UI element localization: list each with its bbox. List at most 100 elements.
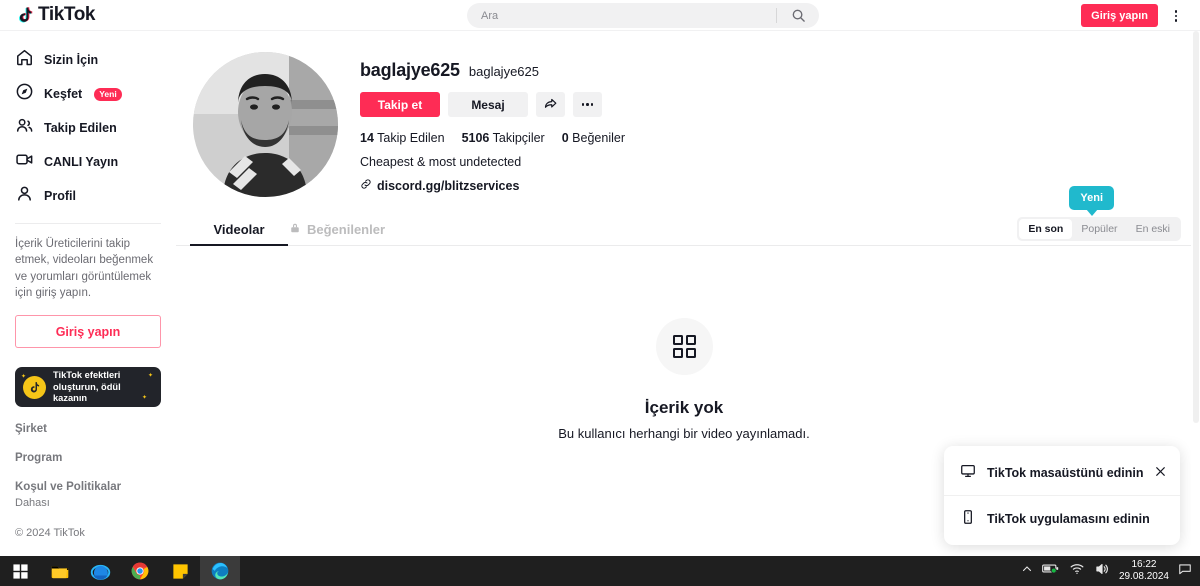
chrome-icon[interactable]: [120, 556, 160, 586]
login-prompt-text: İçerik Üreticilerini takip etmek, videol…: [15, 238, 154, 299]
wifi-icon[interactable]: [1069, 562, 1085, 580]
system-tray: 16:22 29.08.2024: [1021, 556, 1200, 586]
person-icon: [15, 184, 34, 208]
empty-state-title: İçerik yok: [644, 398, 724, 417]
tab-liked[interactable]: Beğenilenler: [288, 214, 386, 245]
show-hidden-icons-icon[interactable]: [1021, 562, 1033, 580]
main-content: baglajye625 baglajye625 Takip et Mesaj 1…: [176, 31, 1192, 556]
header-login-button[interactable]: Giriş yapın: [1081, 4, 1158, 27]
stat-followers[interactable]: 5106 Takipçiler: [462, 131, 545, 145]
sidebar-label: Takip Edilen: [44, 121, 117, 135]
footer-link-program[interactable]: Program: [15, 452, 161, 464]
internet-explorer-icon[interactable]: [80, 556, 120, 586]
effects-promo-banner[interactable]: ✦ ✦ ✦ TikTok efektleri oluşturun, ödül k…: [15, 367, 161, 408]
taskbar-clock[interactable]: 16:22 29.08.2024: [1119, 559, 1169, 584]
copyright-text: © 2024 TikTok: [15, 527, 85, 540]
sidebar-item-for-you[interactable]: Sizin İçin: [0, 43, 176, 77]
compass-icon: [15, 82, 34, 106]
sort-option-oldest[interactable]: En eski: [1127, 219, 1179, 239]
top-header: TikTok Giriş yapın: [0, 0, 1200, 31]
music-note-icon: [16, 6, 34, 24]
live-icon: [15, 150, 34, 174]
stat-label: Takip Edilen: [377, 131, 445, 145]
ellipsis-icon: [581, 103, 594, 106]
get-app-row[interactable]: TikTok uygulamasını edinin: [944, 495, 1180, 541]
sort-option-latest[interactable]: En son: [1019, 219, 1073, 239]
coin-icon: [23, 375, 46, 399]
sidebar-item-following[interactable]: Takip Edilen: [0, 111, 176, 145]
footer-link-more[interactable]: Dahası: [15, 497, 161, 509]
sidebar-label: CANLI Yayın: [44, 155, 119, 169]
close-icon[interactable]: [1154, 465, 1167, 481]
empty-state: İçerik yok Bu kullanıcı herhangi bir vid…: [176, 246, 1192, 441]
more-options-icon[interactable]: [1168, 8, 1184, 24]
sparkle-icon: ✦: [21, 374, 27, 381]
profile-stats: 14 Takip Edilen 5106 Takipçiler 0 Beğeni…: [360, 131, 625, 145]
tab-label: Beğenilenler: [306, 222, 386, 237]
footer-link-company[interactable]: Şirket: [15, 423, 161, 435]
empty-icon-circle: [655, 318, 713, 375]
volume-icon[interactable]: [1094, 562, 1110, 581]
stat-value: 5106: [461, 131, 490, 145]
sidebar-item-live[interactable]: CANLI Yayın: [0, 145, 176, 179]
tab-videos[interactable]: Videolar: [190, 214, 288, 246]
lock-icon: [289, 222, 301, 237]
promo-text: TikTok efektleri oluşturun, ödül kazanın: [53, 370, 121, 403]
start-button[interactable]: [0, 556, 40, 586]
new-feature-tooltip[interactable]: Yeni: [1069, 186, 1114, 216]
stat-likes: 0 Beğeniler: [562, 131, 625, 145]
get-desktop-row[interactable]: TikTok masaüstünü edinin: [944, 450, 1180, 495]
page-scrollbar[interactable]: [1191, 31, 1200, 556]
notes-app-icon[interactable]: [160, 556, 200, 586]
clock-time: 16:22: [1131, 558, 1157, 570]
sidebar-login-button[interactable]: Giriş yapın: [15, 315, 161, 349]
sidebar-footer-links: Şirket Program Koşul ve Politikalar Daha…: [0, 407, 176, 541]
stat-value: 0: [561, 131, 569, 145]
sparkle-icon: ✦: [141, 395, 147, 402]
clock-date: 29.08.2024: [1118, 571, 1169, 582]
sparkle-icon: ✦: [147, 373, 153, 380]
get-desktop-label: TikTok masaüstünü edinin: [987, 465, 1144, 480]
people-icon: [15, 116, 34, 140]
logo-text: TikTok: [38, 4, 96, 25]
tiktok-logo[interactable]: TikTok: [16, 4, 95, 26]
scrollbar-thumb[interactable]: [1192, 31, 1199, 423]
notifications-icon[interactable]: [1178, 562, 1192, 581]
get-app-label: TikTok uygulamasını edinin: [987, 511, 1150, 526]
search-input[interactable]: [467, 9, 776, 22]
profile-bio: Cheapest & most undetected: [360, 155, 522, 169]
message-button[interactable]: Mesaj: [448, 92, 528, 117]
new-badge: Yeni: [94, 87, 122, 101]
profile-link-text: discord.gg/blitzservices: [377, 178, 520, 193]
search-bar[interactable]: [467, 3, 819, 28]
profile-actions: Takip et Mesaj: [360, 92, 625, 117]
grid-icon: [672, 335, 696, 358]
footer-link-terms[interactable]: Koşul ve Politikalar: [15, 481, 161, 493]
follow-button[interactable]: Takip et: [360, 92, 440, 117]
windows-taskbar: 16:22 29.08.2024: [0, 556, 1200, 586]
profile-link[interactable]: discord.gg/blitzservices: [360, 178, 625, 193]
sidebar-item-explore[interactable]: Keşfet Yeni: [0, 77, 176, 111]
sidebar-label: Profil: [44, 189, 76, 203]
link-icon: [360, 178, 372, 193]
browser-viewport: TikTok Giriş yapın Sizin İçin: [0, 0, 1200, 556]
left-sidebar: Sizin İçin Keşfet Yeni Takip Edilen CANL…: [0, 31, 176, 556]
battery-icon[interactable]: [1042, 562, 1060, 580]
search-icon[interactable]: [777, 8, 819, 23]
stat-following[interactable]: 14 Takip Edilen: [360, 131, 445, 145]
monitor-icon: [960, 463, 976, 482]
avatar[interactable]: [193, 52, 338, 197]
stat-label: Takipçiler: [492, 131, 545, 145]
file-explorer-icon[interactable]: [40, 556, 80, 586]
profile-header: baglajye625 baglajye625 Takip et Mesaj 1…: [176, 31, 1192, 197]
share-button[interactable]: [536, 92, 565, 117]
nickname: baglajye625: [468, 64, 539, 79]
more-button[interactable]: [573, 92, 602, 117]
sort-option-popular[interactable]: Popüler: [1072, 219, 1126, 239]
edge-icon[interactable]: [200, 556, 240, 586]
get-app-popup: TikTok masaüstünü edinin TikTok uygulama…: [944, 446, 1180, 545]
empty-state-subtitle: Bu kullanıcı herhangi bir video yayınlam…: [558, 426, 810, 441]
sidebar-item-profile[interactable]: Profil: [0, 179, 176, 213]
home-icon: [15, 48, 34, 72]
stat-label: Beğeniler: [572, 131, 625, 145]
